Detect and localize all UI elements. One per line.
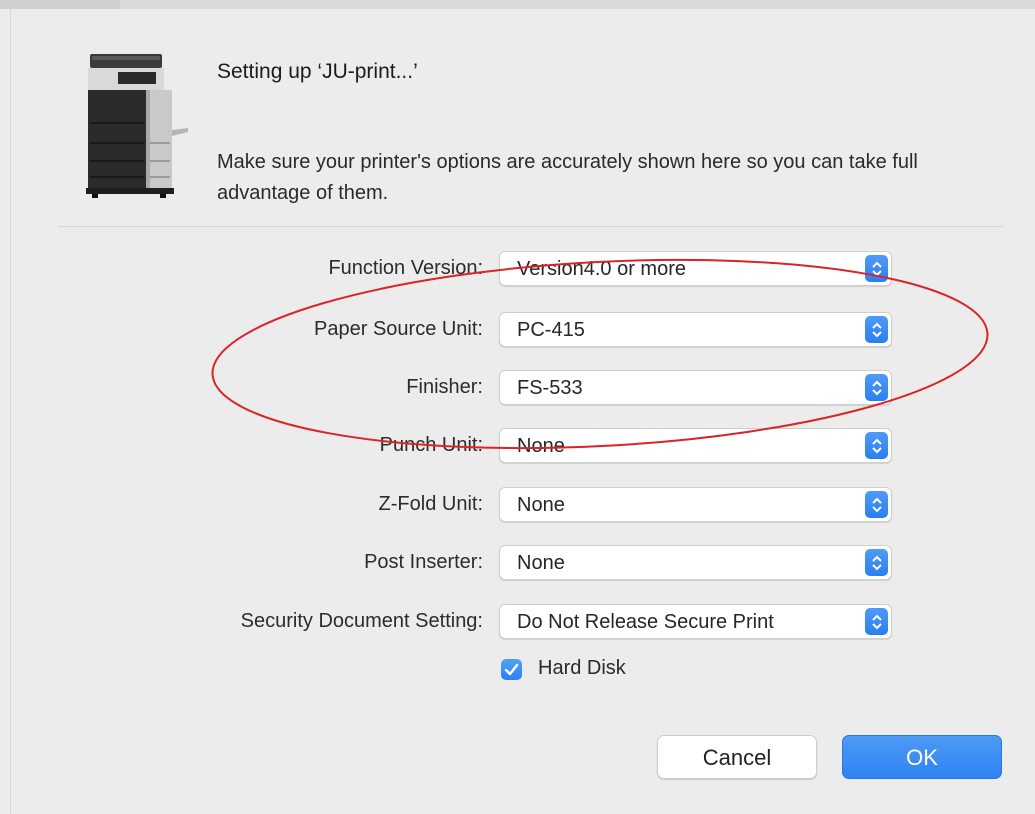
dialog-title: Setting up ‘JU-print...’	[217, 60, 418, 83]
post-inserter-select[interactable]: None	[499, 545, 892, 580]
punch-unit-label: Punch Unit:	[379, 434, 483, 456]
updown-chevron-icon	[865, 608, 888, 635]
updown-chevron-icon	[865, 255, 888, 282]
window-top-edge	[0, 0, 1035, 9]
post-inserter-label: Post Inserter:	[364, 551, 483, 573]
z-fold-unit-select[interactable]: None	[499, 487, 892, 522]
updown-chevron-icon	[865, 491, 888, 518]
function-version-select[interactable]: Version4.0 or more	[499, 251, 892, 286]
updown-chevron-icon	[865, 374, 888, 401]
z-fold-unit-value: None	[517, 494, 565, 516]
window-top-edge-tab	[0, 0, 120, 9]
updown-chevron-icon	[865, 549, 888, 576]
z-fold-unit-label: Z-Fold Unit:	[378, 493, 483, 515]
updown-chevron-icon	[865, 316, 888, 343]
finisher-select[interactable]: FS-533	[499, 370, 892, 405]
paper-source-unit-value: PC-415	[517, 319, 585, 341]
window-left-edge	[0, 9, 11, 814]
updown-chevron-icon	[865, 432, 888, 459]
punch-unit-value: None	[517, 435, 565, 457]
punch-unit-select[interactable]: None	[499, 428, 892, 463]
ok-button[interactable]: OK	[842, 735, 1002, 779]
function-version-value: Version4.0 or more	[517, 258, 686, 280]
finisher-value: FS-533	[517, 377, 583, 399]
hard-disk-label[interactable]: Hard Disk	[538, 657, 626, 680]
finisher-label: Finisher:	[406, 376, 483, 398]
function-version-label: Function Version:	[328, 257, 483, 279]
security-document-setting-select[interactable]: Do Not Release Secure Print	[499, 604, 892, 639]
dialog-description: Make sure your printer's options are acc…	[217, 151, 918, 204]
paper-source-unit-label: Paper Source Unit:	[314, 318, 483, 340]
printer-icon	[86, 54, 188, 198]
security-document-setting-value: Do Not Release Secure Print	[517, 611, 774, 633]
hard-disk-checkbox[interactable]	[501, 659, 522, 680]
separator	[58, 226, 1003, 227]
post-inserter-value: None	[517, 552, 565, 574]
checkmark-icon	[504, 663, 519, 676]
paper-source-unit-select[interactable]: PC-415	[499, 312, 892, 347]
security-document-setting-label: Security Document Setting:	[240, 610, 483, 632]
cancel-button[interactable]: Cancel	[657, 735, 817, 779]
